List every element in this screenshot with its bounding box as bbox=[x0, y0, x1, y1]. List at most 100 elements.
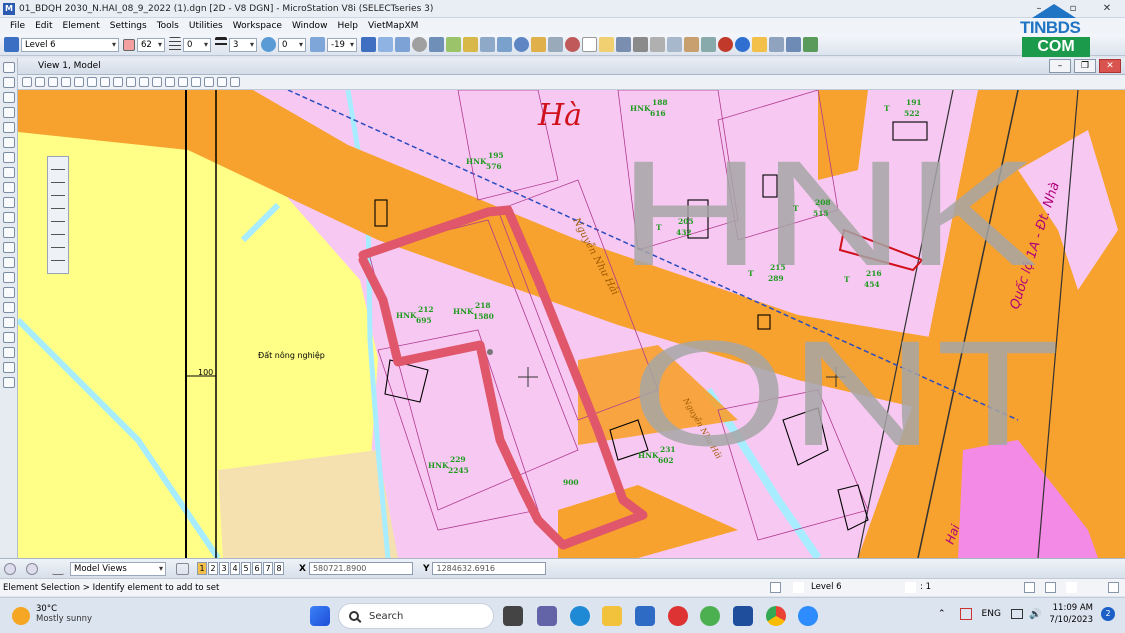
view-number-3[interactable]: 3 bbox=[219, 562, 229, 575]
paste-icon[interactable] bbox=[684, 37, 699, 52]
update-view-icon[interactable] bbox=[61, 77, 71, 87]
copy-tool-icon[interactable] bbox=[378, 37, 393, 52]
palette-tool-8[interactable] bbox=[51, 251, 65, 261]
lock-icon[interactable] bbox=[718, 37, 733, 52]
view-number-8[interactable]: 8 bbox=[274, 562, 284, 575]
microstation-taskbar-icon[interactable] bbox=[733, 606, 753, 626]
design-file-icon[interactable] bbox=[1045, 582, 1056, 593]
file-explorer-icon[interactable] bbox=[602, 606, 622, 626]
color-combo[interactable]: 62 bbox=[137, 37, 165, 52]
zoom-in-icon[interactable] bbox=[74, 77, 84, 87]
rotate-tool-icon[interactable] bbox=[412, 37, 427, 52]
palette-tool-6[interactable] bbox=[51, 225, 65, 235]
menu-workspace[interactable]: Workspace bbox=[233, 21, 282, 31]
level-combo[interactable]: Level 6 bbox=[21, 37, 119, 52]
back-icon[interactable] bbox=[4, 562, 16, 575]
priority-combo[interactable]: -19 bbox=[327, 37, 357, 52]
home-icon[interactable] bbox=[1066, 582, 1077, 593]
view-restore-button[interactable]: ❐ bbox=[1074, 59, 1096, 73]
teams-icon[interactable] bbox=[537, 606, 557, 626]
snap-tool-icon[interactable] bbox=[480, 37, 495, 52]
menu-help[interactable]: Help bbox=[337, 21, 358, 31]
close-button[interactable]: ✕ bbox=[1090, 0, 1124, 18]
app-green-icon[interactable] bbox=[700, 606, 720, 626]
group-icon[interactable] bbox=[3, 347, 15, 358]
weather-widget[interactable]: 30°C Mostly sunny bbox=[12, 604, 92, 625]
cut-icon[interactable] bbox=[650, 37, 665, 52]
tree-icon[interactable] bbox=[803, 37, 818, 52]
save-icon[interactable] bbox=[616, 37, 631, 52]
new-file-icon[interactable] bbox=[582, 37, 597, 52]
menu-window[interactable]: Window bbox=[292, 21, 328, 31]
element-selection-icon[interactable] bbox=[361, 37, 376, 52]
network-icon[interactable] bbox=[1010, 609, 1023, 619]
undo-icon[interactable] bbox=[701, 37, 716, 52]
gear-icon[interactable] bbox=[48, 77, 58, 87]
search-tool-icon[interactable] bbox=[531, 37, 546, 52]
view-close-button[interactable]: ✕ bbox=[1099, 59, 1121, 73]
hatch-icon[interactable] bbox=[3, 152, 15, 163]
view-next-icon[interactable] bbox=[165, 77, 175, 87]
rotate-view-icon[interactable] bbox=[126, 77, 136, 87]
open-file-icon[interactable] bbox=[599, 37, 614, 52]
palette-tool-3[interactable] bbox=[51, 186, 65, 196]
line-tool-icon[interactable] bbox=[3, 92, 15, 103]
view-toggle-icon[interactable] bbox=[176, 562, 189, 575]
ellipse-tool-icon[interactable] bbox=[3, 197, 15, 208]
antivirus-icon[interactable] bbox=[959, 608, 972, 620]
view-number-6[interactable]: 6 bbox=[252, 562, 262, 575]
scale-status[interactable]: : 1 bbox=[920, 582, 931, 592]
view-number-7[interactable]: 7 bbox=[263, 562, 273, 575]
scale-tool-icon[interactable] bbox=[429, 37, 444, 52]
mail-icon[interactable] bbox=[635, 606, 655, 626]
drop-icon[interactable] bbox=[3, 332, 15, 343]
input-language[interactable]: ENG bbox=[982, 609, 1001, 619]
paint-icon[interactable] bbox=[3, 362, 15, 373]
circle-tool-icon[interactable] bbox=[3, 182, 15, 193]
delete-icon[interactable] bbox=[3, 77, 15, 88]
grid-status-icon[interactable] bbox=[1108, 582, 1119, 593]
transparency-combo[interactable]: 0 bbox=[278, 37, 306, 52]
palette-tool-2[interactable] bbox=[51, 173, 65, 183]
print-icon[interactable] bbox=[633, 37, 648, 52]
arc-tool-icon[interactable] bbox=[3, 167, 15, 178]
annotate-icon[interactable] bbox=[3, 377, 15, 388]
zalo-icon[interactable] bbox=[798, 606, 818, 626]
measure-icon[interactable] bbox=[3, 317, 15, 328]
edge-icon[interactable] bbox=[570, 606, 590, 626]
shape-tool-icon[interactable] bbox=[3, 227, 15, 238]
model-views-combo[interactable]: Model Views bbox=[70, 561, 166, 576]
text-tool-icon[interactable] bbox=[3, 257, 15, 268]
view-previous-icon[interactable] bbox=[152, 77, 162, 87]
system-clock[interactable]: 11:09 AM 7/10/2023 bbox=[1049, 602, 1093, 626]
help-icon[interactable] bbox=[735, 37, 750, 52]
save-status-icon[interactable] bbox=[1024, 582, 1035, 593]
view-number-5[interactable]: 5 bbox=[241, 562, 251, 575]
windows-start-icon[interactable] bbox=[310, 606, 330, 626]
menu-settings[interactable]: Settings bbox=[110, 21, 147, 31]
view-minimize-button[interactable]: – bbox=[1049, 59, 1071, 73]
view-attributes-icon[interactable] bbox=[4, 37, 19, 52]
chrome-icon[interactable] bbox=[766, 606, 786, 626]
copy-view-icon[interactable] bbox=[178, 77, 188, 87]
modify-icon[interactable] bbox=[3, 302, 15, 313]
info-icon[interactable] bbox=[514, 37, 529, 52]
selection-icon[interactable] bbox=[3, 62, 15, 73]
chevron-up-icon[interactable]: ⌃ bbox=[938, 609, 946, 619]
palette-tool-4[interactable] bbox=[51, 199, 65, 209]
menu-tools[interactable]: Tools bbox=[157, 21, 179, 31]
grid-tool-icon[interactable] bbox=[548, 37, 563, 52]
camera-icon[interactable] bbox=[191, 77, 201, 87]
menu-file[interactable]: File bbox=[10, 21, 25, 31]
curve-tool-icon[interactable] bbox=[3, 212, 15, 223]
palette-tool-5[interactable] bbox=[51, 212, 65, 222]
window-area-icon[interactable] bbox=[100, 77, 110, 87]
fit-view-icon[interactable] bbox=[113, 77, 123, 87]
measure-tool-icon[interactable] bbox=[463, 37, 478, 52]
display-style-icon[interactable] bbox=[217, 77, 227, 87]
select-pointer-icon[interactable] bbox=[752, 37, 767, 52]
render-icon[interactable] bbox=[230, 77, 240, 87]
palette-tool-7[interactable] bbox=[51, 238, 65, 248]
menu-element[interactable]: Element bbox=[63, 21, 100, 31]
no-entry-icon[interactable] bbox=[565, 37, 580, 52]
